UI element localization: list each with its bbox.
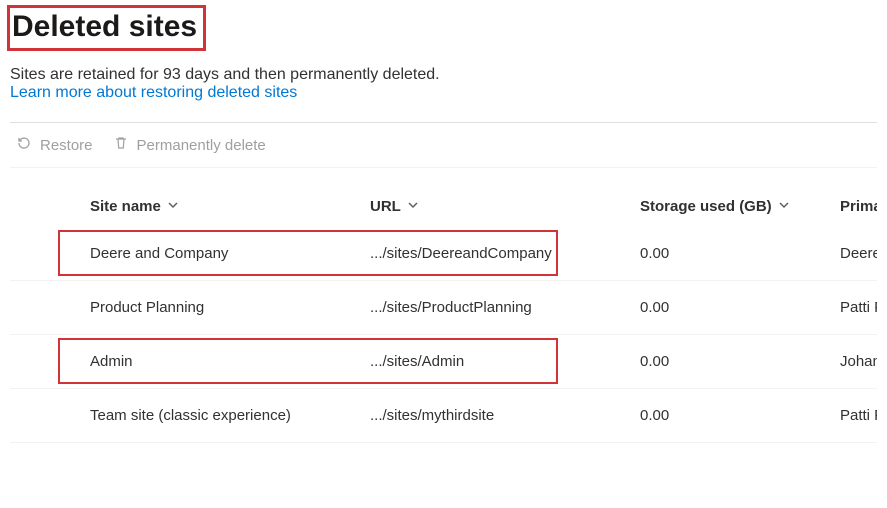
column-primary-admin-label: Primary admin [840,198,877,215]
site-name-cell[interactable]: Team site (classic experience) [80,389,360,443]
page-title-highlight: Deleted sites [10,8,203,48]
column-site-name[interactable]: Site name [90,198,179,215]
page-title: Deleted sites [10,8,203,48]
column-storage-label: Storage used (GB) [640,198,772,215]
storage-cell: 0.00 [630,227,830,281]
row-select-cell[interactable] [10,281,80,335]
table-row[interactable]: Team site (classic experience).../sites/… [10,389,877,443]
admin-cell: Patti Fer [830,281,877,335]
retention-text: Sites are retained for 93 days and then … [10,66,877,84]
column-primary-admin[interactable]: Primary admin [840,198,877,215]
site-url-cell[interactable]: .../sites/ProductPlanning [360,281,630,335]
restore-icon [16,135,32,155]
trash-icon [113,135,129,155]
chevron-down-icon [407,198,419,215]
site-name-cell[interactable]: Product Planning [80,281,360,335]
restore-label: Restore [40,137,93,154]
storage-cell: 0.00 [630,281,830,335]
storage-cell: 0.00 [630,389,830,443]
table-row[interactable]: Product Planning.../sites/ProductPlannin… [10,281,877,335]
site-name-cell[interactable]: Deere and Company [80,227,360,281]
column-storage[interactable]: Storage used (GB) [640,198,790,215]
table-row[interactable]: Admin.../sites/Admin0.00Johanna [10,335,877,389]
chevron-down-icon [778,198,790,215]
site-url-cell[interactable]: .../sites/DeereandCompany [360,227,630,281]
sites-table: Site name URL [10,168,877,443]
admin-cell: Deere a [830,227,877,281]
table-row[interactable]: Deere and Company.../sites/DeereandCompa… [10,227,877,281]
column-url-label: URL [370,198,401,215]
admin-cell: Johanna [830,335,877,389]
chevron-down-icon [167,198,179,215]
row-select-cell[interactable] [10,389,80,443]
column-url[interactable]: URL [370,198,419,215]
site-url-cell[interactable]: .../sites/Admin [360,335,630,389]
permanently-delete-button[interactable]: Permanently delete [113,135,266,155]
storage-cell: 0.00 [630,335,830,389]
permanently-delete-label: Permanently delete [137,137,266,154]
row-select-cell[interactable] [10,227,80,281]
admin-cell: Patti Fer [830,389,877,443]
column-site-name-label: Site name [90,198,161,215]
site-name-cell[interactable]: Admin [80,335,360,389]
toolbar: Restore Permanently delete [10,123,877,168]
site-url-cell[interactable]: .../sites/mythirdsite [360,389,630,443]
learn-more-link[interactable]: Learn more about restoring deleted sites [10,84,297,102]
restore-button[interactable]: Restore [16,135,93,155]
row-select-cell[interactable] [10,335,80,389]
